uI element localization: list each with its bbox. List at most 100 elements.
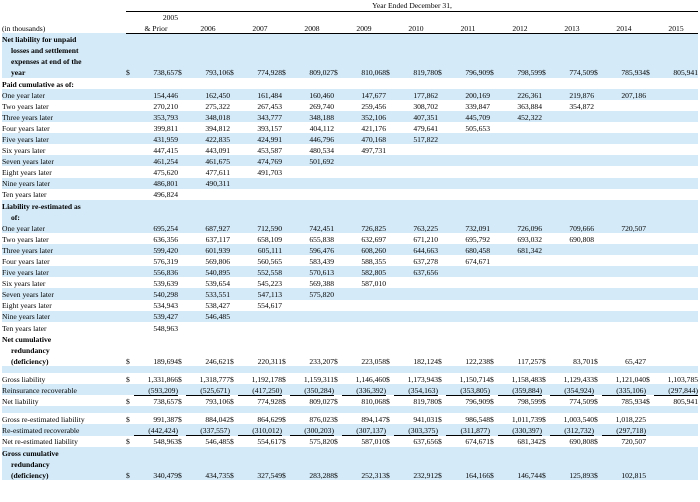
blank-cell-16 [542,344,550,355]
cell-8: 83,701 [573,356,594,366]
cell-5 [394,322,438,333]
currency-symbol-0 [126,424,134,435]
blank-cell-19 [602,44,646,55]
cell-6: 200,169 [465,90,490,100]
cell-6: 680,458 [465,245,490,255]
currency-symbol-8 [542,266,550,277]
currency-symbol-9 [594,244,602,255]
cell-0: 636,356 [153,234,178,244]
blank-cell-0 [126,33,134,44]
header-sym-blank-0 [126,11,134,22]
paid-cumulative-row-label: Two years later [2,101,49,111]
cell-7: 1,011,739 [511,415,542,425]
cell-9 [602,311,646,322]
currency-symbol-4 [334,166,342,177]
currency-symbol-8: $ [542,470,546,480]
cell-0: 1,331,866 [147,374,178,384]
blank-cell-18 [594,333,602,344]
header-year-sym-4 [334,22,342,34]
blank-cell-12 [438,458,446,469]
blank-cell-15 [498,333,542,344]
cell-0: 548,963 [153,323,178,333]
currency-symbol-9 [594,424,602,435]
blank-cell-20 [646,44,654,55]
currency-symbol-0 [126,89,134,100]
blank-cell-11 [394,44,438,55]
cell-1: 539,654 [205,279,230,289]
cell-5: 407,351 [413,112,438,122]
cell-5: 182,124 [413,356,438,366]
currency-symbol-6 [438,89,446,100]
currency-symbol-6 [438,300,446,311]
currency-symbol-4: $ [334,68,338,78]
liability-reestimated-row-label: Five years later [2,268,49,278]
currency-symbol-1 [178,89,186,100]
liability-reestimated-heading: Liability re-estimated as [2,199,699,211]
cell-9: 102,815 [621,470,646,480]
cell-0: 599,420 [153,245,178,255]
cell-5: 232,912 [413,470,438,480]
loss-development-table: Year Ended December 31, 2005 (in thousands… [2,0,699,480]
currency-symbol-5: $ [386,397,390,407]
currency-symbol-5 [386,266,394,277]
reestimated-recoverable-label: Re-estimated recoverable [2,426,80,436]
paid-cumulative-row: Three years later 353,793 348,018 343,777 34… [2,110,699,123]
blank-cell-12 [438,200,446,211]
currency-symbol-1 [178,166,186,177]
cell-4: 223,058 [361,356,386,366]
gross-cumulative-redundancy-label-line: redundancy [2,457,699,469]
paid-cumulative-heading: Paid cumulative as of: [2,79,74,89]
currency-symbol-10 [646,300,654,311]
currency-symbol-2 [230,266,238,277]
currency-symbol-7 [490,384,498,395]
liability-reestimated-row: Ten years later 548,963 [2,322,698,333]
currency-symbol-10 [646,144,654,155]
cell-7 [498,155,542,166]
blank-cell-15 [498,344,542,355]
blank-cell-2 [178,333,186,344]
currency-symbol-1 [178,322,186,333]
currency-symbol-9 [594,178,602,189]
blank-cell-7 [290,44,334,55]
blank-cell-0 [126,333,134,344]
cell-10: (297,844) [654,384,699,396]
cell-7 [498,144,542,155]
currency-symbol-2 [230,222,238,233]
cell-7 [498,277,542,288]
cell-1: 162,450 [205,90,230,100]
header-sym-blank-10 [646,11,654,22]
cell-2: 774,928 [257,68,282,78]
blank-cell-15 [498,211,542,222]
blank-cell-20 [646,211,654,222]
liability-reestimated-row-label: Nine years later [2,312,51,322]
currency-symbol-4 [334,233,342,244]
cell-9 [602,244,646,255]
cell-2: 605,111 [257,245,282,255]
currency-symbol-5 [386,100,394,111]
blank-cell-10 [386,78,394,89]
currency-symbol-10 [646,189,654,200]
currency-symbol-4 [334,122,342,133]
blank-cell-5 [238,33,282,44]
cell-7 [498,178,542,189]
cell-10 [654,233,698,244]
blank-cell-8 [334,333,342,344]
gross-liability-label: Gross liability [2,374,46,384]
blank-cell-14 [490,211,498,222]
paid-cumulative-row: Nine years later 486,801 490,311 [2,177,699,189]
currency-symbol-3 [282,89,290,100]
blank-cell-0 [126,211,134,222]
currency-symbol-1 [178,189,186,200]
header-year-top-blank-7 [498,11,542,22]
blank-cell-15 [498,78,542,89]
cell-7 [498,133,542,144]
header-blank-cell [2,0,126,11]
currency-symbol-10 [646,111,654,122]
cell-0: 475,620 [153,168,178,178]
currency-symbol-10 [646,436,654,447]
cell-1: 637,117 [205,234,230,244]
currency-symbol-4 [334,311,342,322]
cell-9: (297,718) [602,424,646,437]
blank-cell-9 [342,458,386,469]
currency-symbol-4: $ [334,415,338,425]
